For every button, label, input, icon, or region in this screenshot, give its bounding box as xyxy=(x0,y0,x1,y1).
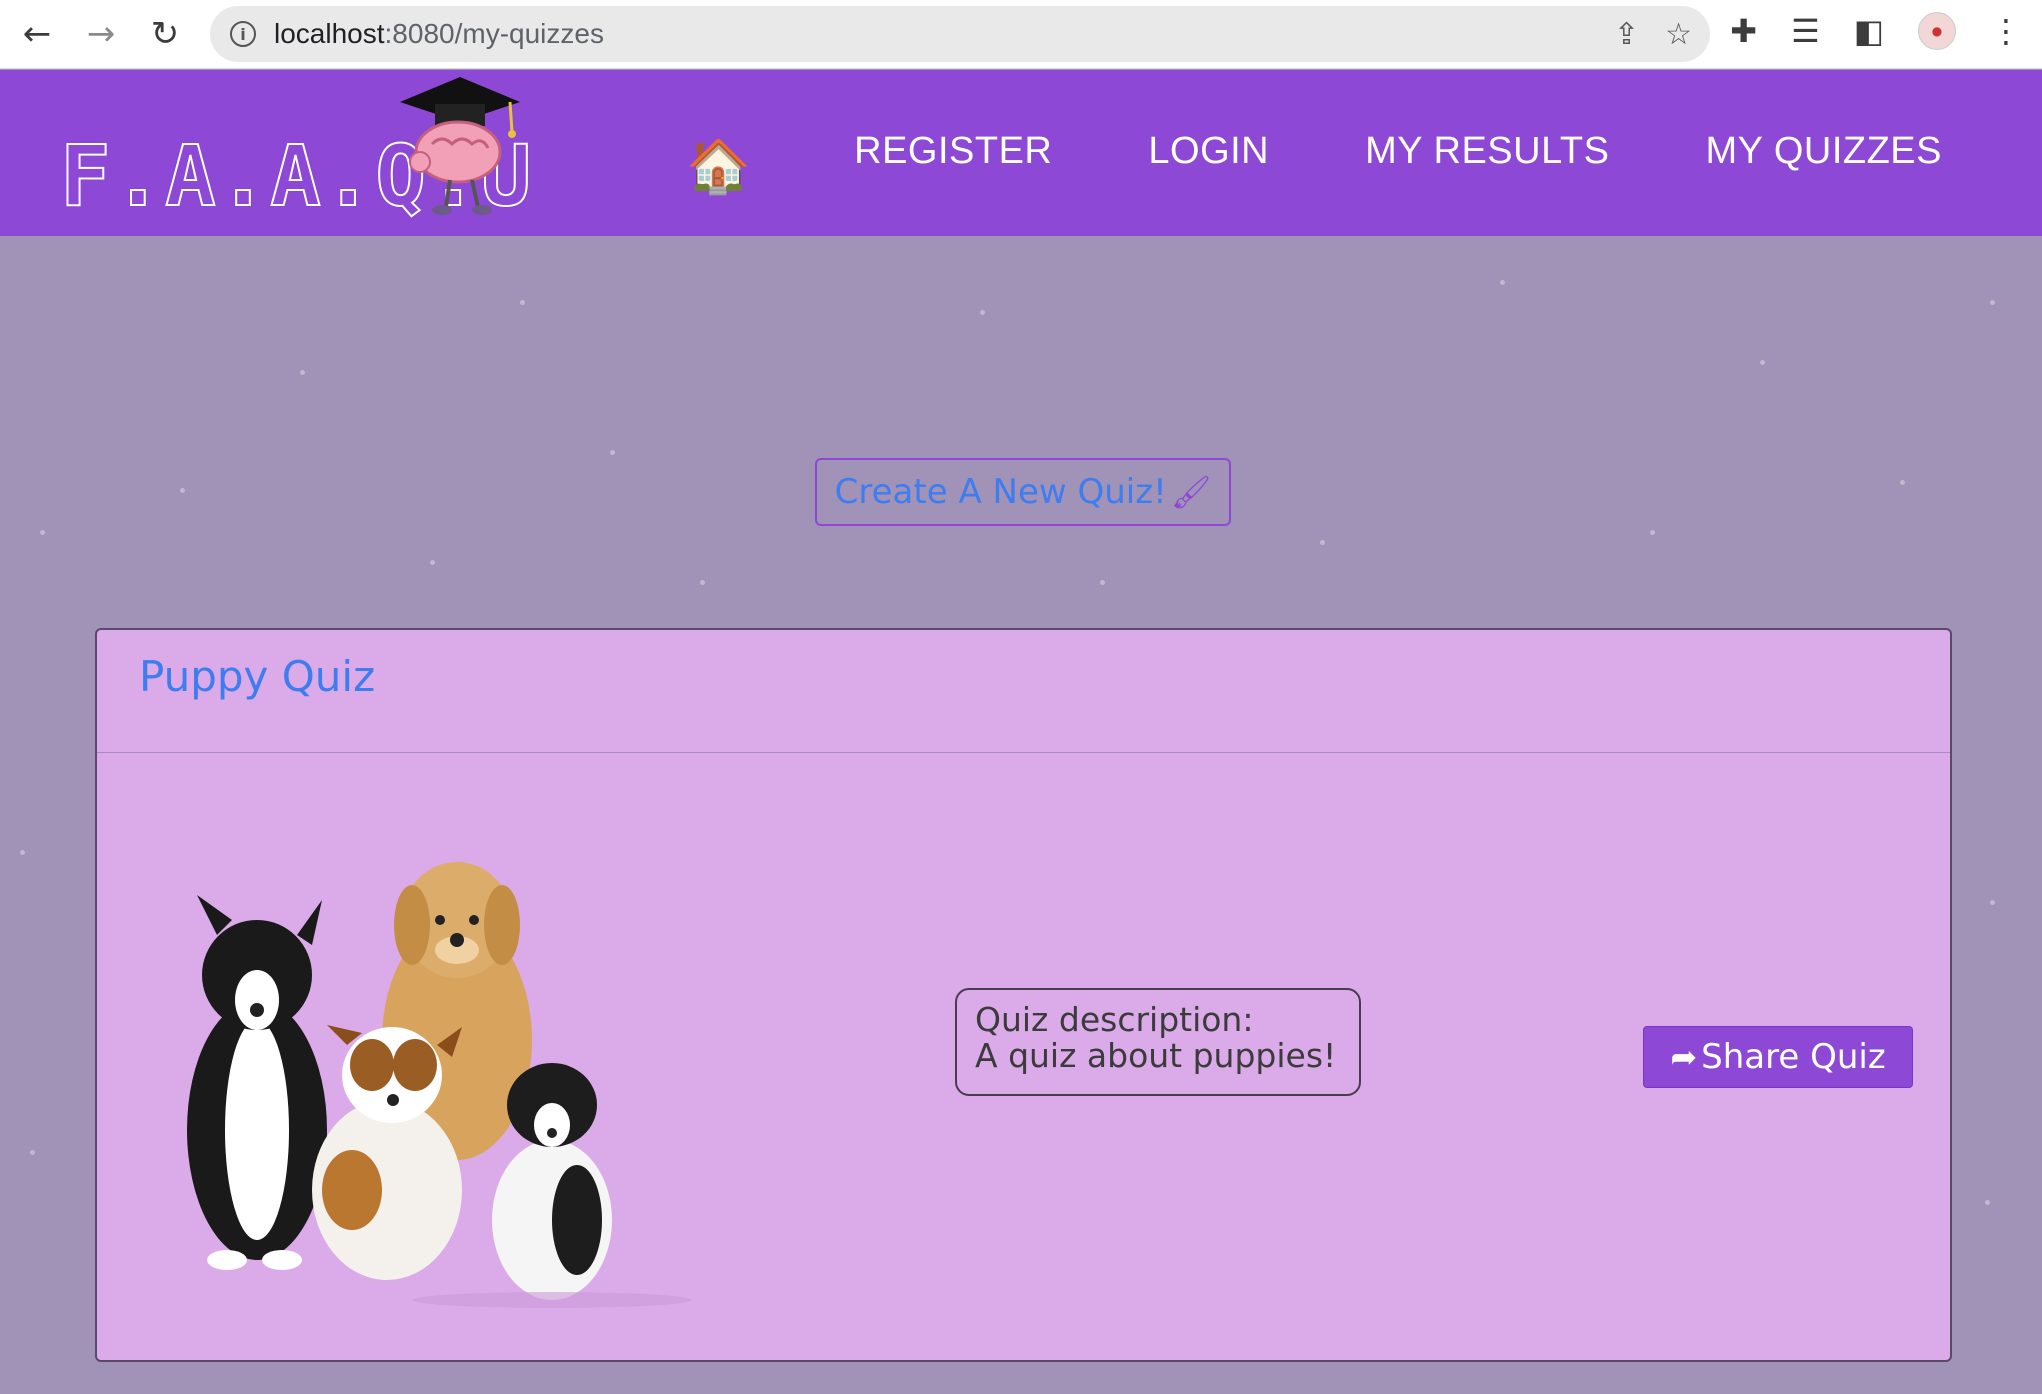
puppies-image xyxy=(187,862,692,1308)
url-text: localhost:8080/my-quizzes xyxy=(274,18,604,50)
nav-my-quizzes-link[interactable]: MY QUIZZES xyxy=(1705,130,1942,173)
main-nav: REGISTER LOGIN MY RESULTS MY QUIZZES xyxy=(854,130,1942,173)
menu-kebab-icon[interactable]: ⋮ xyxy=(1990,12,2022,50)
profile-avatar-icon[interactable]: ● xyxy=(1918,12,1956,50)
quiz-description-text: A quiz about puppies! xyxy=(975,1036,1337,1075)
share-arrow-icon: ➦ xyxy=(1670,1038,1698,1076)
quiz-description-box: Quiz description: A quiz about puppies! xyxy=(955,988,1361,1096)
quiz-card-header: Puppy Quiz xyxy=(97,630,1950,753)
create-new-quiz-button[interactable]: Create A New Quiz! 🖌 xyxy=(815,458,1231,526)
paintbrush-icon: 🖌 xyxy=(1170,473,1212,511)
home-icon[interactable]: 🏠 xyxy=(686,136,751,197)
extensions-puzzle-icon[interactable]: ✚ xyxy=(1730,12,1757,50)
forward-arrow-icon[interactable]: → xyxy=(74,7,128,61)
url-host: localhost xyxy=(274,18,385,49)
site-header: F.A.A.Q.U 🏠 REGISTER LOGIN MY RESULTS MY… xyxy=(0,70,2042,236)
nav-login-link[interactable]: LOGIN xyxy=(1148,130,1269,173)
address-bar[interactable]: i localhost:8080/my-quizzes ⇪ ☆ xyxy=(210,6,1710,62)
create-new-quiz-label: Create A New Quiz! xyxy=(834,472,1167,512)
share-quiz-button[interactable]: ➦ Share Quiz xyxy=(1643,1026,1913,1088)
site-logo[interactable]: F.A.A.Q.U xyxy=(59,77,533,219)
bookmark-star-icon[interactable]: ☆ xyxy=(1665,17,1692,52)
quiz-description-label: Quiz description: xyxy=(975,1000,1254,1039)
reload-icon[interactable]: ↻ xyxy=(138,7,192,61)
browser-toolbar: ← → ↻ i localhost:8080/my-quizzes ⇪ ☆ ✚ … xyxy=(0,0,2042,69)
media-queue-icon[interactable]: ☰ xyxy=(1791,12,1820,50)
share-quiz-label: Share Quiz xyxy=(1701,1037,1886,1077)
brain-graduate-mascot-icon xyxy=(400,77,520,215)
nav-register-link[interactable]: REGISTER xyxy=(854,130,1052,173)
site-info-icon[interactable]: i xyxy=(230,21,256,47)
url-path: :8080/my-quizzes xyxy=(384,18,604,49)
nav-my-results-link[interactable]: MY RESULTS xyxy=(1365,130,1609,173)
side-panel-icon[interactable]: ◧ xyxy=(1854,12,1884,50)
quiz-title-link[interactable]: Puppy Quiz xyxy=(139,652,375,701)
share-page-icon[interactable]: ⇪ xyxy=(1614,17,1639,52)
quiz-card: Puppy Quiz Quiz description: A quiz abou… xyxy=(95,628,1952,1362)
back-arrow-icon[interactable]: ← xyxy=(10,7,64,61)
